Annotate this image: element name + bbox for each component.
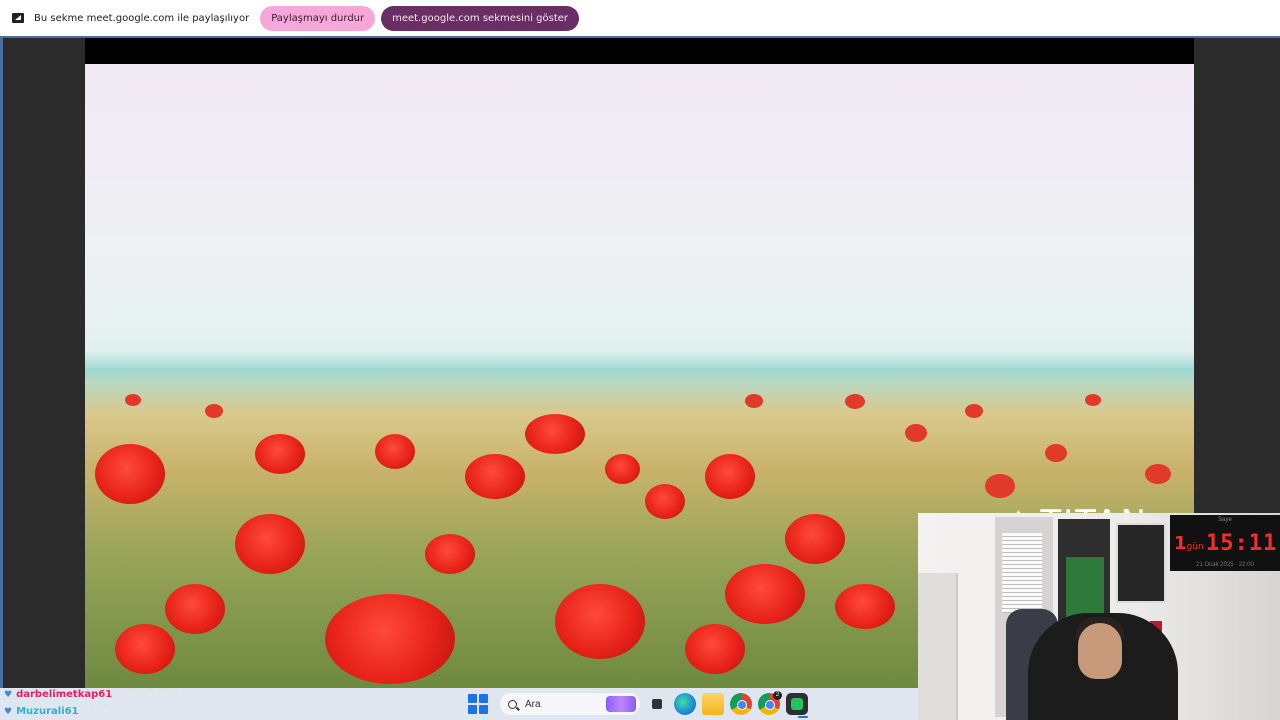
- chat-username: darbelimetkap61: [16, 689, 113, 700]
- chrome-icon[interactable]: [730, 693, 752, 715]
- app-icon[interactable]: [786, 693, 808, 715]
- stop-sharing-button[interactable]: Paylaşmayı durdur: [260, 5, 376, 31]
- clock-label: Saye: [1218, 517, 1232, 523]
- heart-icon: ♥: [4, 706, 13, 717]
- clock-time: 15:11:2: [1206, 531, 1280, 556]
- chat-username: Muzurali61: [16, 706, 79, 717]
- chrome-profile-icon[interactable]: 2: [758, 691, 782, 715]
- screen-share-icon: [12, 13, 24, 23]
- chat-text: : liger yaylası: [115, 689, 182, 700]
- chrome-badge: 2: [773, 691, 782, 700]
- windows-start-icon[interactable]: [468, 694, 488, 714]
- chat-message: ♥ Muzurali61 : ulan yaylası: [4, 703, 304, 720]
- share-status-text: Bu sekme meet.google.com ile paylaşılıyo…: [34, 12, 250, 24]
- chat-text: : ulan yaylası: [81, 706, 148, 717]
- clock-date: 21 Ocak 2025 · 22:00: [1196, 562, 1254, 568]
- video-letterbox: [85, 38, 1194, 64]
- screen-share-bar: Bu sekme meet.google.com ile paylaşılıyo…: [0, 0, 1280, 36]
- search-placeholder: Ara: [525, 698, 541, 710]
- chat-message: ♥ darbelimetkap61 : liger yaylası: [4, 686, 304, 703]
- stream-chat-overlay: ♥ darbelimetkap61 : liger yaylası ♥ Muzu…: [4, 686, 304, 720]
- task-view-icon[interactable]: [646, 693, 668, 715]
- heart-icon: ♥: [4, 689, 13, 700]
- taskbar-items: Ara 2: [468, 691, 808, 716]
- search-icon: [508, 699, 517, 709]
- file-explorer-icon[interactable]: [702, 693, 724, 715]
- taskbar-search-box[interactable]: Ara: [500, 693, 640, 715]
- show-meet-tab-button[interactable]: meet.google.com sekmesini göster: [381, 5, 580, 31]
- countdown-clock: Saye 1gün 15:11:2 21 Ocak 2025 · 22:00: [1170, 515, 1280, 571]
- search-highlight-art: [606, 696, 636, 712]
- edge-browser-icon[interactable]: [674, 693, 696, 715]
- clock-days: 1gün: [1174, 533, 1204, 554]
- active-app-indicator: [798, 716, 808, 718]
